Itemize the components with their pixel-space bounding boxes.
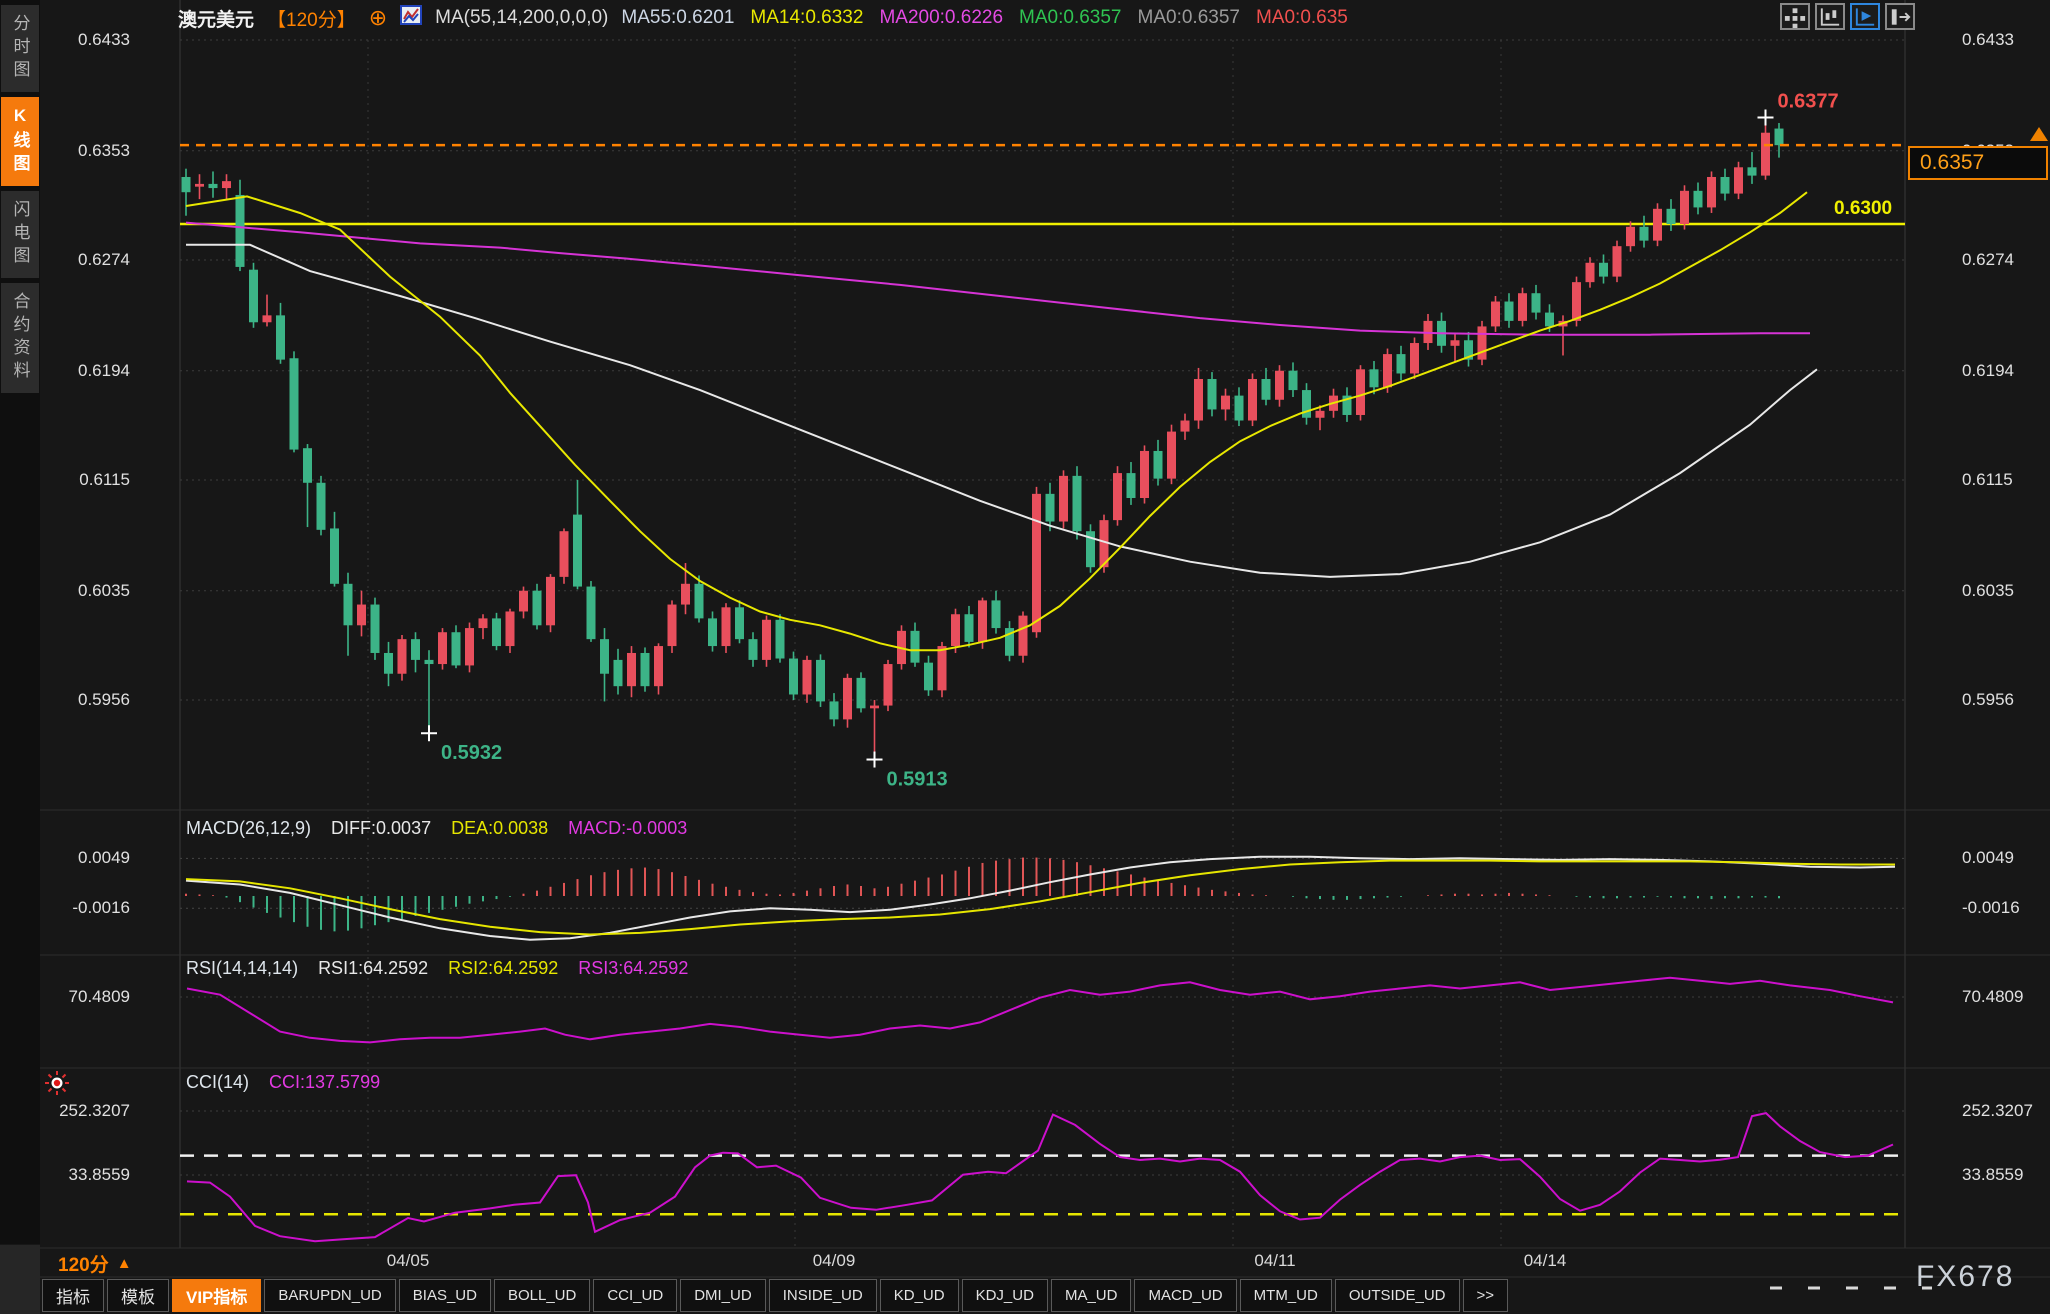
sidebar-item-tab[interactable]: 分时图 bbox=[1, 5, 39, 92]
macd-macd-value: MACD:-0.0003 bbox=[568, 818, 687, 839]
tab-indicator[interactable]: MACD_UD bbox=[1134, 1279, 1236, 1312]
y-axis-label: 0.5956 bbox=[1962, 690, 2014, 710]
tab-indicator[interactable]: 模板 bbox=[107, 1279, 169, 1312]
svg-text:0.5913: 0.5913 bbox=[887, 769, 948, 791]
svg-text:0.6377: 0.6377 bbox=[1778, 90, 1839, 112]
y-axis-label: 33.8559 bbox=[1962, 1165, 2023, 1185]
axis-play-icon[interactable] bbox=[1850, 3, 1880, 30]
tab-indicator[interactable]: INSIDE_UD bbox=[769, 1279, 877, 1312]
macd-diff-value: DIFF:0.0037 bbox=[331, 818, 431, 839]
rsi3-value: RSI3:64.2592 bbox=[578, 958, 688, 979]
y-axis-label: 0.5956 bbox=[30, 690, 130, 710]
macd-header: MACD(26,12,9) DIFF:0.0037 DEA:0.0038 MAC… bbox=[186, 818, 687, 839]
ma-value: MA200:0.6226 bbox=[879, 7, 1003, 29]
ma-values: MA55:0.6201 MA14:0.6332 MA200:0.6226 MA0:0.… bbox=[621, 7, 1348, 29]
current-price-box: 0.6357 bbox=[1908, 146, 2048, 180]
sidebar-bottom-corner bbox=[0, 1245, 40, 1314]
x-axis-date-label: 04/14 bbox=[1524, 1251, 1567, 1271]
tab-scroll-more[interactable]: >> bbox=[1463, 1279, 1509, 1312]
sidebar-item-active[interactable]: K线图 bbox=[1, 97, 39, 186]
tab-indicator[interactable]: CCI_UD bbox=[593, 1279, 677, 1312]
trading-app-window: 0.6377 0.5932 0.5913 分时图 K线图闪电图合约资料 澳元美元 【1… bbox=[0, 0, 2050, 1314]
chart-header: 澳元美元 【120分】 ⊕ MA(55,14,200,0,0,0) MA55:0… bbox=[178, 4, 1348, 32]
y-axis-label: 0.6194 bbox=[1962, 361, 2014, 381]
y-axis-label: 252.3207 bbox=[30, 1101, 130, 1121]
y-axis-label: 0.6274 bbox=[30, 250, 130, 270]
tab-indicator[interactable]: MTM_UD bbox=[1240, 1279, 1332, 1312]
sidebar: 分时图 K线图闪电图合约资料 bbox=[0, 0, 40, 1244]
tab-indicator[interactable]: OUTSIDE_UD bbox=[1335, 1279, 1460, 1312]
horizontal-line-label: 0.6300 bbox=[1834, 198, 1892, 220]
period-text: 120分 bbox=[58, 1250, 109, 1277]
mini-chart-icon bbox=[400, 4, 422, 32]
y-axis-label: 0.6433 bbox=[30, 30, 130, 50]
y-axis-label: 0.6194 bbox=[30, 361, 130, 381]
y-axis-label: 0.0049 bbox=[30, 848, 130, 868]
tab-indicator[interactable]: BOLL_UD bbox=[494, 1279, 590, 1312]
ma-value: MA0:0.6357 bbox=[1019, 7, 1121, 29]
symbol-title: 澳元美元 bbox=[178, 5, 254, 32]
zoom-plus-icon[interactable]: ⊕ bbox=[369, 8, 387, 28]
y-axis-label: 0.6115 bbox=[30, 470, 130, 490]
tab-indicator[interactable]: 指标 bbox=[42, 1279, 104, 1312]
tab-indicator[interactable]: DMI_UD bbox=[680, 1279, 766, 1312]
rsi2-value: RSI2:64.2592 bbox=[448, 958, 558, 979]
axis-candles-icon[interactable] bbox=[1815, 3, 1845, 30]
tab-indicator[interactable]: VIP指标 bbox=[172, 1279, 261, 1312]
y-axis-label: 70.4809 bbox=[30, 987, 130, 1007]
y-axis-label: 252.3207 bbox=[1962, 1101, 2033, 1121]
sidebar-item-tab[interactable]: 闪电图 bbox=[1, 191, 39, 278]
watermark: FX678 bbox=[1916, 1260, 2014, 1294]
indicator-tab-bar: 指标模板VIP指标BARUPDN_UDBIAS_UDBOLL_UDCCI_UDD… bbox=[42, 1279, 1508, 1312]
axis-shift-icon[interactable] bbox=[1885, 3, 1915, 30]
chart-toolbar bbox=[1780, 3, 1915, 30]
rsi-header: RSI(14,14,14) RSI1:64.2592 RSI2:64.2592 … bbox=[186, 958, 688, 979]
y-axis-label: -0.0016 bbox=[1962, 898, 2020, 918]
ma-value: MA55:0.6201 bbox=[621, 7, 734, 29]
cci-value: CCI:137.5799 bbox=[269, 1072, 380, 1093]
tab-indicator[interactable]: BARUPDN_UD bbox=[264, 1279, 395, 1312]
period-indicator[interactable]: 120分 ▲ bbox=[58, 1250, 132, 1277]
y-axis-label: 70.4809 bbox=[1962, 987, 2023, 1007]
period-badge: 【120分】 bbox=[267, 5, 356, 32]
ma-value: MA0:0.6357 bbox=[1138, 7, 1240, 29]
ma-value: MA0:0.635 bbox=[1256, 7, 1348, 29]
y-axis-label: 0.6035 bbox=[30, 581, 130, 601]
y-axis-label: 0.6353 bbox=[30, 141, 130, 161]
x-axis-date-label: 04/05 bbox=[387, 1251, 430, 1271]
x-axis-date-label: 04/11 bbox=[1254, 1251, 1295, 1271]
sidebar-item-tab[interactable]: 合约资料 bbox=[1, 283, 39, 393]
alert-sun-icon[interactable] bbox=[44, 1070, 70, 1101]
x-axis-date-label: 04/09 bbox=[813, 1251, 856, 1271]
y-axis-label: 0.6274 bbox=[1962, 250, 2014, 270]
tab-indicator[interactable]: BIAS_UD bbox=[399, 1279, 491, 1312]
rsi1-value: RSI1:64.2592 bbox=[318, 958, 428, 979]
pan-crosshair-icon[interactable] bbox=[1780, 3, 1810, 30]
rsi-title: RSI(14,14,14) bbox=[186, 958, 298, 979]
svg-text:0.5932: 0.5932 bbox=[441, 742, 502, 764]
tab-indicator[interactable]: KDJ_UD bbox=[962, 1279, 1048, 1312]
y-axis-label: 0.0049 bbox=[1962, 848, 2014, 868]
tab-indicator[interactable]: KD_UD bbox=[880, 1279, 959, 1312]
cci-title: CCI(14) bbox=[186, 1072, 249, 1093]
macd-title: MACD(26,12,9) bbox=[186, 818, 311, 839]
y-axis-label: 33.8559 bbox=[30, 1165, 130, 1185]
period-up-arrow-icon: ▲ bbox=[117, 1255, 132, 1272]
cci-header: CCI(14) CCI:137.5799 bbox=[186, 1072, 380, 1093]
y-axis-label: 0.6035 bbox=[1962, 581, 2014, 601]
current-price-value: 0.6357 bbox=[1920, 151, 1984, 175]
ma-settings-label: MA(55,14,200,0,0,0) bbox=[435, 7, 608, 29]
chart-canvas[interactable]: 0.6377 0.5932 0.5913 bbox=[0, 0, 2050, 1314]
ma-value: MA14:0.6332 bbox=[750, 7, 863, 29]
macd-dea-value: DEA:0.0038 bbox=[451, 818, 548, 839]
y-axis-label: 0.6115 bbox=[1962, 470, 2013, 490]
y-axis-label: -0.0016 bbox=[30, 898, 130, 918]
price-up-arrow-icon bbox=[2030, 127, 2048, 141]
y-axis-label: 0.6433 bbox=[1962, 30, 2014, 50]
tab-indicator[interactable]: MA_UD bbox=[1051, 1279, 1132, 1312]
